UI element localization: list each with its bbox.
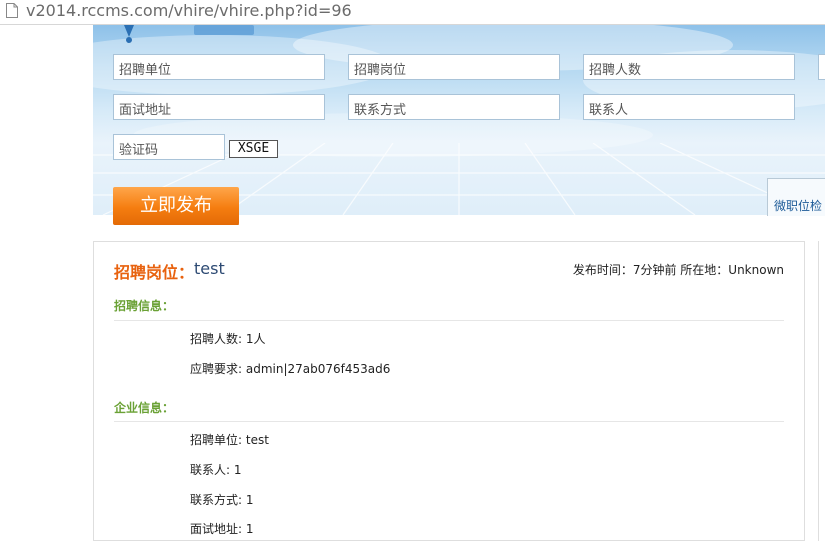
position-placeholder: 招聘岗位 <box>354 63 407 78</box>
post-meta: 发布时间：7分钟前 所在地：Unknown <box>572 263 784 277</box>
detail-key: 联系方式: <box>190 493 243 507</box>
detail-value: 1 <box>245 522 254 536</box>
headcount-input[interactable]: 招聘人数 <box>583 54 795 80</box>
detail-key: 招聘单位: <box>190 433 243 447</box>
detail-value: 1人 <box>245 332 266 346</box>
side-panel <box>818 241 825 541</box>
detail-row: 联系方式: 1 <box>190 491 254 508</box>
page-icon <box>6 3 18 18</box>
detail-key: 联系人: <box>190 463 231 477</box>
address-bar[interactable]: v2014.rccms.com/vhire/vhire.php?id=96 <box>0 0 825 25</box>
detail-row: 面试地址: 1 <box>190 520 254 537</box>
contact-person-placeholder: 联系人 <box>589 103 629 118</box>
tab-weizhiwei-search[interactable]: 微职位检 <box>767 178 825 216</box>
company-placeholder: 招聘单位 <box>119 63 172 78</box>
section-divider <box>114 421 784 422</box>
detail-row: 应聘要求: admin|27ab076f453ad6 <box>190 360 390 377</box>
contact-person-input[interactable]: 联系人 <box>583 94 795 120</box>
recruit-section-title: 招聘信息： <box>114 299 175 313</box>
detail-value: admin|27ab076f453ad6 <box>245 362 391 376</box>
detail-value: test <box>245 433 269 447</box>
contact-method-placeholder: 联系方式 <box>354 103 407 118</box>
url-text[interactable]: v2014.rccms.com/vhire/vhire.php?id=96 <box>26 1 352 20</box>
job-title-value: test <box>194 259 225 278</box>
logo-icon <box>124 25 254 43</box>
job-title-label: 招聘岗位： <box>114 263 195 282</box>
detail-value: 1 <box>233 463 242 477</box>
detail-value: 1 <box>245 493 254 507</box>
detail-key: 应聘要求: <box>190 362 243 376</box>
contact-method-input[interactable]: 联系方式 <box>348 94 560 120</box>
address-input[interactable]: 面试地址 <box>113 94 325 120</box>
address-placeholder: 面试地址 <box>119 103 172 118</box>
detail-key: 面试地址: <box>190 522 243 536</box>
side-tab-label: 微职位检 <box>774 199 823 213</box>
company-section-title: 企业信息： <box>114 401 175 415</box>
detail-row: 联系人: 1 <box>190 461 242 478</box>
captcha-input[interactable]: 验证码 <box>113 134 225 160</box>
headcount-placeholder: 招聘人数 <box>589 63 642 78</box>
company-input[interactable]: 招聘单位 <box>113 54 325 80</box>
detail-row: 招聘人数: 1人 <box>190 330 266 347</box>
position-input[interactable]: 招聘岗位 <box>348 54 560 80</box>
captcha-placeholder: 验证码 <box>119 143 159 158</box>
publish-button[interactable]: 立即发布 <box>113 187 239 225</box>
section-divider <box>114 320 784 321</box>
detail-row: 招聘单位: test <box>190 431 269 448</box>
captcha-image[interactable]: XSGE <box>229 140 278 158</box>
detail-key: 招聘人数: <box>190 332 243 346</box>
extra-input[interactable] <box>818 54 825 80</box>
